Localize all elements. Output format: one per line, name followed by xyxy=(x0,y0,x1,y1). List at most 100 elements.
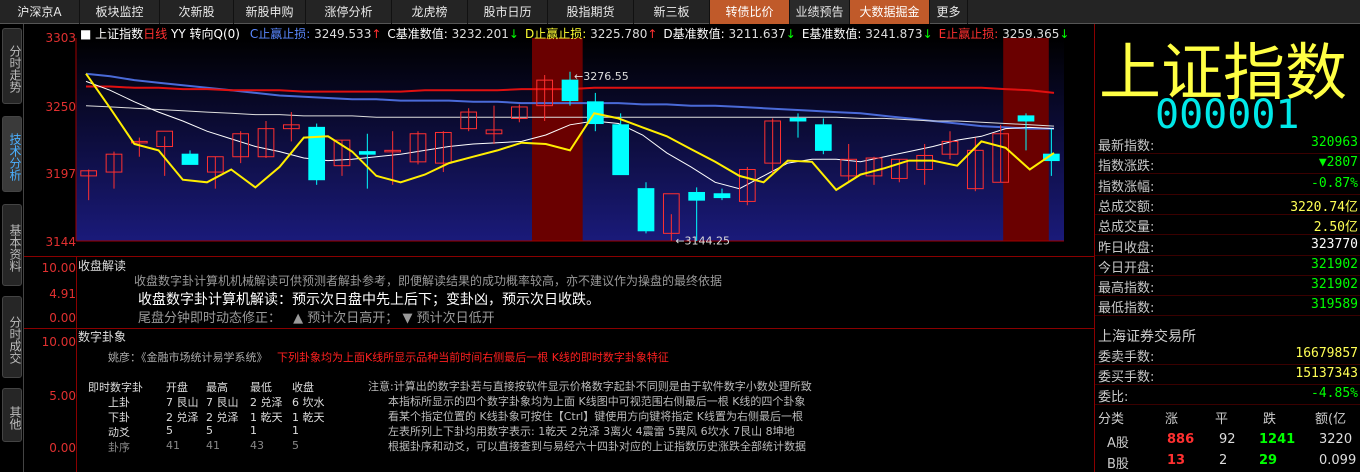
quote-label: 委卖手数: xyxy=(1098,350,1155,365)
breadth-up: 886 xyxy=(1167,432,1195,447)
breadth-amount: 3220 xyxy=(1319,432,1353,447)
gua-cell: 下卦 xyxy=(108,411,130,424)
legend-arrow: ↓ xyxy=(785,27,796,41)
quote-row: 指数涨跌: ▼2807 xyxy=(1095,154,1360,175)
tab-sector-monitor[interactable]: 板块监控 xyxy=(80,0,160,24)
top-nav-bar: 沪深京A 板块监控 次新股 新股申购 涨停分析 龙虎榜 股市日历 股指期货 新三… xyxy=(0,0,1360,24)
gua-panel-title: 数字卦象 xyxy=(78,330,127,344)
tab-more[interactable]: 更多 xyxy=(930,0,968,24)
candle-body xyxy=(688,191,706,201)
quote-label: 委比: xyxy=(1098,390,1129,405)
legend-label: D基准数值: xyxy=(663,27,725,41)
candle-body xyxy=(1017,115,1035,122)
legend-value: 3259.365 xyxy=(998,27,1060,41)
gua-header: 开盘 xyxy=(166,381,188,394)
gua-cell: 5 xyxy=(292,439,299,452)
gua-cell: 5 xyxy=(206,424,213,437)
quote-label: 总成交额: xyxy=(1098,199,1155,215)
quote-value: ▼2807 xyxy=(1318,155,1358,171)
tab-big-data[interactable]: 大数据掘金 xyxy=(850,0,930,24)
legend-item: C基准数值: 3232.201↓ xyxy=(387,27,519,41)
note-line: 左表所列上下卦均用数字表示: 1乾天 2兑泽 3离火 4震雷 5巽风 6坎水 7… xyxy=(388,425,795,438)
tab-calendar[interactable]: 股市日历 xyxy=(468,0,548,24)
y-tick: 3303 xyxy=(45,31,76,45)
gua-cell: 41 xyxy=(166,439,180,452)
tab-new-third-board[interactable]: 新三板 xyxy=(634,0,710,24)
gua-cell: 41 xyxy=(206,439,220,452)
yao-source: 姚彦：《金融市场统计易学系统》 xyxy=(108,351,268,364)
vtab-intraday[interactable]: 分时走势 xyxy=(2,28,22,104)
quote-value: 323770 xyxy=(1311,236,1358,252)
legend-arrow: ↑ xyxy=(371,27,382,41)
quote-row: 委卖手数: 16679857 xyxy=(1095,345,1360,365)
kline-chart[interactable]: ←3276.55 ←3144.25 ■ 上证指数日线 YY 转向Q(0) C止赢止… xyxy=(24,24,1094,256)
y-tick: 4.91 xyxy=(49,287,76,301)
yao-note: 下列卦象均为上面K线所显示品种当前时间右侧最后一根 K线的即时数字卦象特征 xyxy=(277,351,669,364)
tab-dragon-tiger[interactable]: 龙虎榜 xyxy=(392,0,468,24)
quote-label: 最新指数: xyxy=(1098,139,1155,154)
legend-label: E基准数值: xyxy=(801,27,862,41)
close-prediction: 收盘数字卦计算机解读：预示次日盘中先上后下；变卦凶，预示次日收跌。 xyxy=(138,292,600,308)
vtab-technical[interactable]: 技术分析 xyxy=(2,116,22,192)
vtab-trades[interactable]: 分时成交 xyxy=(2,296,22,378)
tab-earnings-forecast[interactable]: 业绩预告 xyxy=(790,0,850,24)
gua-cell: 7 艮山 xyxy=(206,396,239,409)
tab-index-futures[interactable]: 股指期货 xyxy=(548,0,634,24)
chart-title: 上证指数 xyxy=(95,27,144,41)
note-line: 看某个指定位置的 K线卦象可按住【Ctrl】键使用方向键将指定 K线置为右侧最后… xyxy=(388,410,803,423)
legend-value: 3249.533 xyxy=(310,27,372,41)
breadth-amount: 0.099 xyxy=(1319,453,1357,468)
candle-body xyxy=(308,126,326,181)
legend-label: D止赢止损: xyxy=(524,27,587,41)
quote-label: 总成交量: xyxy=(1098,220,1155,236)
candle-body xyxy=(181,153,199,165)
tab-new-shares[interactable]: 次新股 xyxy=(160,0,234,24)
gua-cell: 1 乾天 xyxy=(292,411,325,424)
signal-band xyxy=(532,38,583,241)
gua-cell: 7 艮山 xyxy=(166,396,199,409)
gua-cell: 上卦 xyxy=(108,396,130,409)
y-tick: 3197 xyxy=(45,167,76,181)
legend-value: 3232.201 xyxy=(447,27,509,41)
quote-value: 321902 xyxy=(1311,277,1358,293)
gua-cell: 43 xyxy=(250,439,264,452)
gua-source-line: 姚彦：《金融市场统计易学系统》 下列卦象均为上面K线所显示品种当前时间右侧最后一… xyxy=(108,349,669,365)
candle-body xyxy=(561,79,579,102)
gua-cell: 5 xyxy=(166,424,173,437)
legend-item: E基准数值: 3241.873↓ xyxy=(802,27,933,41)
gua-cell: 1 xyxy=(250,424,257,437)
vtab-other[interactable]: 其他 xyxy=(2,388,22,442)
legend-item: E止赢止损: 3259.365↓ xyxy=(939,27,1070,41)
candle-body xyxy=(789,117,807,122)
breadth-name: B股 xyxy=(1107,457,1129,472)
low-note: ←3144.25 xyxy=(675,235,730,248)
quote-value: -4.85% xyxy=(1311,386,1358,401)
tab-convertible[interactable]: 转债比价 xyxy=(710,0,790,24)
close-interpretation-panel: 10.00 4.91 0.00 收盘解读 收盘数字卦计算机机械解读可供预测者解卦… xyxy=(24,256,1094,329)
gua-cell: 2 兑泽 xyxy=(166,411,199,424)
note-line: 根据卦序和动爻，可以直接查到与易经六十四卦对应的上证指数历史涨跌全部统计数据 xyxy=(388,440,806,453)
quote-label: 指数涨幅: xyxy=(1098,179,1155,195)
gua-cell: 1 乾天 xyxy=(250,411,283,424)
tab-ipo-subscribe[interactable]: 新股申购 xyxy=(234,0,306,24)
candle-body xyxy=(612,124,630,176)
gua-cell: 2 兑泽 xyxy=(206,411,239,424)
left-tab-bar: 分时走势 技术分析 基本资料 分时成交 其他 xyxy=(0,24,24,472)
kline-svg: ←3276.55 ←3144.25 xyxy=(75,38,1064,248)
quote-value: 16679857 xyxy=(1295,346,1358,361)
app-root: 沪深京A 板块监控 次新股 新股申购 涨停分析 龙虎榜 股市日历 股指期货 新三… xyxy=(0,0,1360,472)
legend-items: C止赢止损: 3249.533↑ C基准数值: 3232.201↓ D止赢止损: 3… xyxy=(244,27,1070,41)
tab-limit-up[interactable]: 涨停分析 xyxy=(306,0,392,24)
quote-row: 委买手数: 15137343 xyxy=(1095,365,1360,385)
gua-cell: 1 xyxy=(292,424,299,437)
legend-label: E止赢止损: xyxy=(938,27,999,41)
gua-cell: 6 坎水 xyxy=(292,396,325,409)
y-tick: 5.00 xyxy=(49,389,76,403)
quote-label: 今日开盘: xyxy=(1098,260,1155,276)
legend-dot: ■ xyxy=(80,27,92,41)
vtab-fundamentals[interactable]: 基本资料 xyxy=(2,204,22,286)
quote-label: 最高指数: xyxy=(1098,281,1155,297)
candle-body xyxy=(637,188,655,232)
y-tick: 10.00 xyxy=(41,261,76,275)
tab-hushen-a[interactable]: 沪深京A xyxy=(0,0,80,24)
